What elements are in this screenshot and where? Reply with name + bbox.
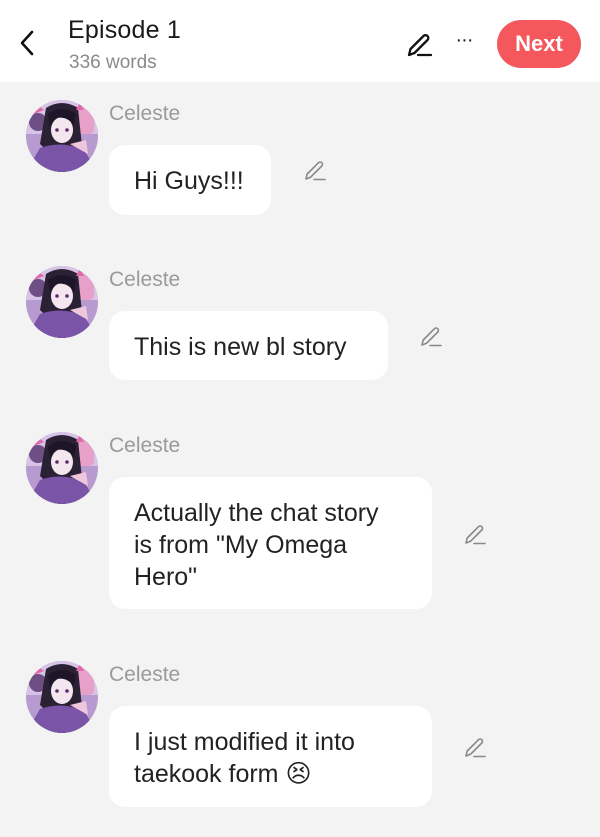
pencil-icon xyxy=(465,738,486,758)
chat-message: Celeste Actually the chat story is from … xyxy=(0,432,600,612)
episode-title: Episode 1 xyxy=(68,16,181,44)
pencil-icon xyxy=(305,161,326,181)
back-button[interactable] xyxy=(14,26,40,60)
more-horizontal-icon: ··· xyxy=(455,29,474,51)
sender-name: Celeste xyxy=(109,102,181,125)
edit-message-button[interactable] xyxy=(462,735,488,761)
message-bubble[interactable]: Hi Guys!!! xyxy=(109,145,271,215)
chat-message: Celeste I just modified it into taekook … xyxy=(0,661,600,811)
message-bubble[interactable]: This is new bl story xyxy=(109,311,388,380)
sender-name: Celeste xyxy=(109,663,181,686)
avatar[interactable] xyxy=(26,432,98,504)
message-bubble[interactable]: I just modified it into taekook form 😣 xyxy=(109,706,432,807)
avatar-image xyxy=(26,661,98,733)
edit-message-button[interactable] xyxy=(462,522,488,548)
word-count: 336 words xyxy=(69,52,157,73)
message-bubble[interactable]: Actually the chat story is from "My Omeg… xyxy=(109,477,432,609)
next-button[interactable]: Next xyxy=(497,20,581,68)
pencil-icon xyxy=(421,327,442,347)
edit-message-button[interactable] xyxy=(302,158,328,184)
avatar[interactable] xyxy=(26,100,98,172)
top-bar: Episode 1 336 words ··· Next xyxy=(0,0,600,82)
avatar-image xyxy=(26,100,98,172)
chat-message: Celeste This is new bl story xyxy=(0,266,600,386)
pencil-icon xyxy=(407,34,433,57)
avatar[interactable] xyxy=(26,661,98,733)
chevron-left-icon xyxy=(20,30,34,56)
sender-name: Celeste xyxy=(109,434,181,457)
avatar-image xyxy=(26,266,98,338)
pencil-icon xyxy=(465,525,486,545)
edit-episode-button[interactable] xyxy=(404,30,434,60)
avatar-image xyxy=(26,432,98,504)
more-button[interactable]: ··· xyxy=(451,30,477,56)
sender-name: Celeste xyxy=(109,268,181,291)
avatar[interactable] xyxy=(26,266,98,338)
edit-message-button[interactable] xyxy=(418,324,444,350)
chat-message: Celeste Hi Guys!!! xyxy=(0,100,600,220)
